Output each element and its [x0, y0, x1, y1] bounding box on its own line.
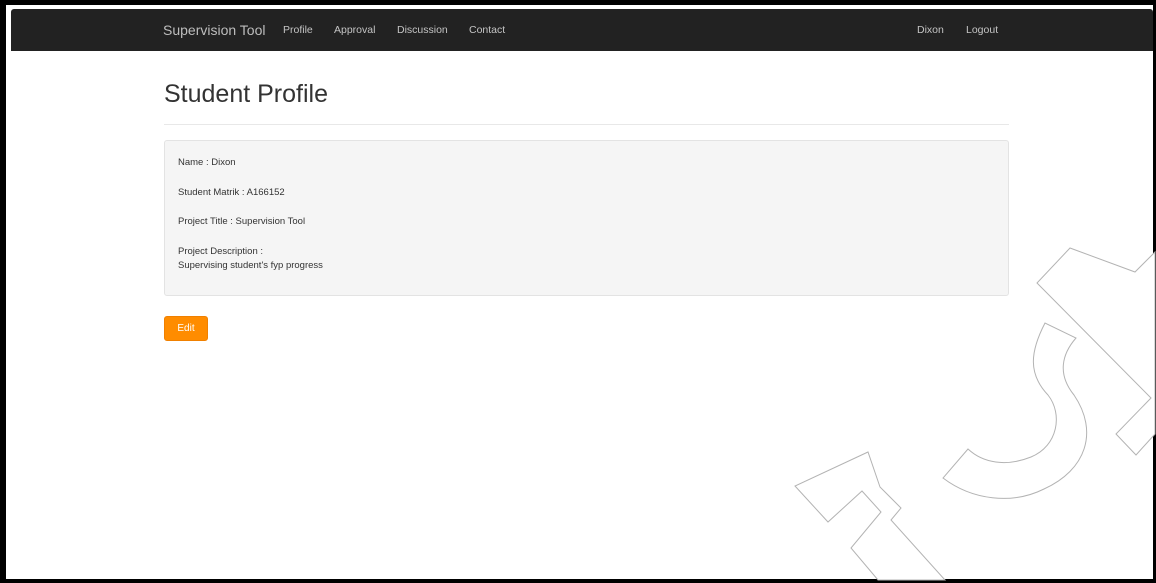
edit-button[interactable]: Edit [164, 316, 208, 341]
title-divider [164, 124, 1009, 125]
profile-student-matrik: Student Matrik : A166152 [178, 187, 285, 198]
profile-description-value: Supervising student's fyp progress [178, 260, 323, 271]
top-navbar: Supervision Tool Profile Approval Discus… [11, 9, 1153, 51]
nav-link-contact[interactable]: Contact [469, 9, 505, 51]
nav-link-approval[interactable]: Approval [334, 9, 375, 51]
page-title: Student Profile [164, 80, 328, 108]
nav-link-profile[interactable]: Profile [283, 9, 313, 51]
profile-details-panel: Name : Dixon Student Matrik : A166152 Pr… [164, 140, 1009, 296]
nav-logout-link[interactable]: Logout [966, 9, 998, 51]
navbar-brand[interactable]: Supervision Tool [163, 9, 265, 51]
nav-link-discussion[interactable]: Discussion [397, 9, 448, 51]
profile-name: Name : Dixon [178, 157, 236, 168]
nav-user-name[interactable]: Dixon [917, 9, 944, 51]
profile-project-title: Project Title : Supervision Tool [178, 216, 306, 227]
profile-description-label: Project Description : [178, 246, 264, 257]
